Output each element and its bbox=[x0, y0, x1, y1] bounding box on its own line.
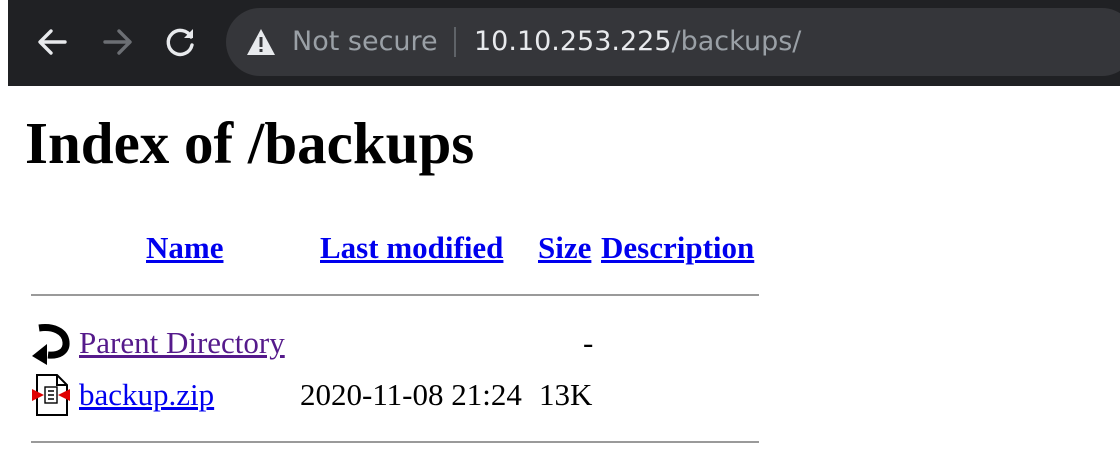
backup-zip-link[interactable]: backup.zip bbox=[79, 377, 214, 413]
top-divider bbox=[31, 294, 759, 296]
forward-button[interactable] bbox=[98, 22, 138, 62]
compressed-file-icon bbox=[32, 374, 70, 416]
forward-arrow-icon bbox=[103, 29, 132, 55]
back-button[interactable] bbox=[32, 22, 72, 62]
address-bar[interactable]: Not secure 10.10.253.225/backups/ bbox=[226, 8, 1120, 76]
security-status-label[interactable]: Not secure bbox=[292, 25, 438, 59]
sort-by-size-link[interactable]: Size bbox=[538, 230, 591, 266]
bottom-divider bbox=[31, 441, 759, 443]
sort-by-name-link[interactable]: Name bbox=[146, 230, 223, 266]
url-path: /backups/ bbox=[671, 26, 802, 57]
page-content: Index of /backups Name Last modified Siz… bbox=[0, 86, 1120, 472]
parent-directory-link[interactable]: Parent Directory bbox=[79, 325, 285, 361]
page-title: Index of /backups bbox=[25, 110, 475, 176]
parent-directory-size: - bbox=[583, 325, 594, 360]
backup-zip-size: 13K bbox=[539, 377, 593, 412]
sort-by-description-link[interactable]: Description bbox=[601, 230, 754, 266]
url-host: 10.10.253.225 bbox=[474, 26, 672, 57]
back-folder-icon bbox=[32, 324, 70, 365]
sort-by-last-modified-link[interactable]: Last modified bbox=[320, 230, 503, 266]
warning-triangle-icon[interactable] bbox=[246, 28, 276, 56]
reload-icon bbox=[166, 28, 194, 57]
backup-zip-last-modified: 2020-11-08 21:24 bbox=[300, 377, 522, 412]
reload-button[interactable] bbox=[161, 22, 201, 62]
back-arrow-icon bbox=[38, 29, 67, 55]
url-text[interactable]: 10.10.253.225/backups/ bbox=[474, 25, 801, 59]
browser-toolbar: Not secure 10.10.253.225/backups/ bbox=[0, 0, 1120, 86]
omnibox-divider bbox=[454, 27, 456, 57]
